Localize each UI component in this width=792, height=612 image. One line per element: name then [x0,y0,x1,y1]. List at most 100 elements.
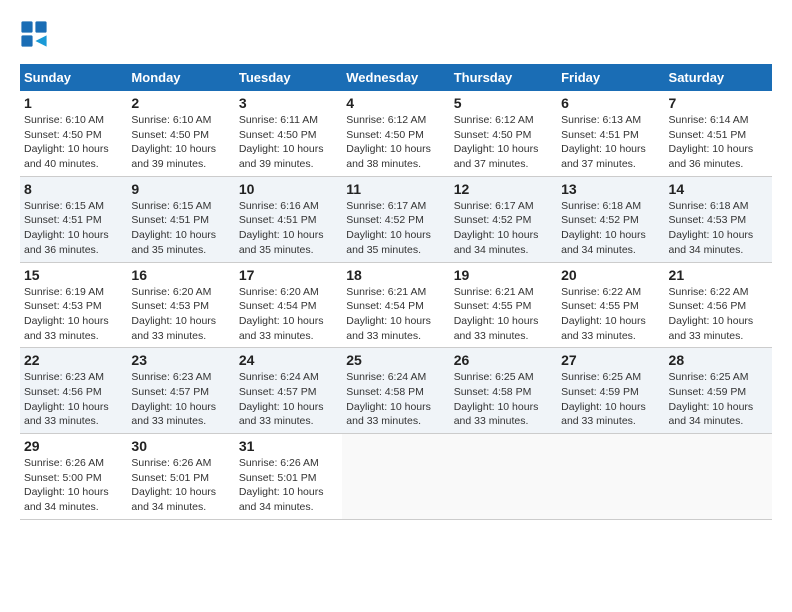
page-header [20,20,772,48]
day-number: 30 [131,438,230,454]
day-number: 15 [24,267,123,283]
day-number: 6 [561,95,660,111]
day-number: 9 [131,181,230,197]
day-number: 16 [131,267,230,283]
logo-icon [20,20,48,48]
calendar-cell: 31 Sunrise: 6:26 AMSunset: 5:01 PMDayligh… [235,434,342,520]
week-row-3: 15 Sunrise: 6:19 AMSunset: 4:53 PMDayligh… [20,262,772,348]
calendar-cell: 9 Sunrise: 6:15 AMSunset: 4:51 PMDaylight… [127,176,234,262]
day-number: 4 [346,95,445,111]
day-number: 11 [346,181,445,197]
day-info: Sunrise: 6:13 AMSunset: 4:51 PMDaylight:… [561,113,660,172]
calendar-cell: 3 Sunrise: 6:11 AMSunset: 4:50 PMDaylight… [235,91,342,176]
day-info: Sunrise: 6:10 AMSunset: 4:50 PMDaylight:… [131,113,230,172]
weekday-header-row: SundayMondayTuesdayWednesdayThursdayFrid… [20,64,772,91]
day-number: 28 [669,352,768,368]
calendar-cell: 7Sunrise: 6:14 AMSunset: 4:51 PMDaylight… [665,91,772,176]
day-info: Sunrise: 6:25 AMSunset: 4:59 PMDaylight:… [561,370,660,429]
week-row-1: 1 Sunrise: 6:10 AMSunset: 4:50 PMDaylight… [20,91,772,176]
day-number: 10 [239,181,338,197]
day-info: Sunrise: 6:20 AMSunset: 4:53 PMDaylight:… [131,285,230,344]
calendar-cell: 5 Sunrise: 6:12 AMSunset: 4:50 PMDaylight… [450,91,557,176]
day-number: 31 [239,438,338,454]
weekday-header-monday: Monday [127,64,234,91]
calendar-cell: 10 Sunrise: 6:16 AMSunset: 4:51 PMDayligh… [235,176,342,262]
day-info: Sunrise: 6:24 AMSunset: 4:58 PMDaylight:… [346,370,445,429]
day-number: 5 [454,95,553,111]
calendar-cell: 16 Sunrise: 6:20 AMSunset: 4:53 PMDayligh… [127,262,234,348]
day-info: Sunrise: 6:19 AMSunset: 4:53 PMDaylight:… [24,285,123,344]
week-row-4: 22Sunrise: 6:23 AMSunset: 4:56 PMDayligh… [20,348,772,434]
day-info: Sunrise: 6:21 AMSunset: 4:54 PMDaylight:… [346,285,445,344]
day-info: Sunrise: 6:15 AMSunset: 4:51 PMDaylight:… [131,199,230,258]
day-info: Sunrise: 6:24 AMSunset: 4:57 PMDaylight:… [239,370,338,429]
day-info: Sunrise: 6:18 AMSunset: 4:53 PMDaylight:… [669,199,768,258]
weekday-header-wednesday: Wednesday [342,64,449,91]
day-info: Sunrise: 6:23 AMSunset: 4:57 PMDaylight:… [131,370,230,429]
logo [20,20,52,48]
calendar-cell: 19 Sunrise: 6:21 AMSunset: 4:55 PMDayligh… [450,262,557,348]
day-info: Sunrise: 6:20 AMSunset: 4:54 PMDaylight:… [239,285,338,344]
day-number: 1 [24,95,123,111]
day-number: 13 [561,181,660,197]
calendar-cell: 23 Sunrise: 6:23 AMSunset: 4:57 PMDayligh… [127,348,234,434]
day-info: Sunrise: 6:17 AMSunset: 4:52 PMDaylight:… [346,199,445,258]
calendar-cell: 8Sunrise: 6:15 AMSunset: 4:51 PMDaylight… [20,176,127,262]
day-number: 26 [454,352,553,368]
calendar-cell: 20 Sunrise: 6:22 AMSunset: 4:55 PMDayligh… [557,262,664,348]
weekday-header-sunday: Sunday [20,64,127,91]
calendar-cell: 18 Sunrise: 6:21 AMSunset: 4:54 PMDayligh… [342,262,449,348]
weekday-header-friday: Friday [557,64,664,91]
day-info: Sunrise: 6:16 AMSunset: 4:51 PMDaylight:… [239,199,338,258]
day-number: 19 [454,267,553,283]
day-info: Sunrise: 6:26 AMSunset: 5:01 PMDaylight:… [239,456,338,515]
day-info: Sunrise: 6:22 AMSunset: 4:56 PMDaylight:… [669,285,768,344]
calendar-cell: 15 Sunrise: 6:19 AMSunset: 4:53 PMDayligh… [20,262,127,348]
day-number: 25 [346,352,445,368]
calendar-table: SundayMondayTuesdayWednesdayThursdayFrid… [20,64,772,520]
weekday-header-tuesday: Tuesday [235,64,342,91]
day-number: 3 [239,95,338,111]
calendar-cell: 4 Sunrise: 6:12 AMSunset: 4:50 PMDaylight… [342,91,449,176]
day-number: 2 [131,95,230,111]
calendar-cell: 17Sunrise: 6:20 AMSunset: 4:54 PMDayligh… [235,262,342,348]
day-info: Sunrise: 6:17 AMSunset: 4:52 PMDaylight:… [454,199,553,258]
day-number: 12 [454,181,553,197]
calendar-cell: 2 Sunrise: 6:10 AMSunset: 4:50 PMDaylight… [127,91,234,176]
calendar-cell: 25 Sunrise: 6:24 AMSunset: 4:58 PMDayligh… [342,348,449,434]
calendar-cell: 13 Sunrise: 6:18 AMSunset: 4:52 PMDayligh… [557,176,664,262]
day-info: Sunrise: 6:25 AMSunset: 4:58 PMDaylight:… [454,370,553,429]
calendar-cell: 24 Sunrise: 6:24 AMSunset: 4:57 PMDayligh… [235,348,342,434]
week-row-5: 29Sunrise: 6:26 AMSunset: 5:00 PMDayligh… [20,434,772,520]
calendar-cell: 30 Sunrise: 6:26 AMSunset: 5:01 PMDayligh… [127,434,234,520]
day-info: Sunrise: 6:22 AMSunset: 4:55 PMDaylight:… [561,285,660,344]
calendar-cell: 21 Sunrise: 6:22 AMSunset: 4:56 PMDayligh… [665,262,772,348]
day-number: 21 [669,267,768,283]
day-number: 27 [561,352,660,368]
day-number: 29 [24,438,123,454]
day-info: Sunrise: 6:11 AMSunset: 4:50 PMDaylight:… [239,113,338,172]
day-info: Sunrise: 6:12 AMSunset: 4:50 PMDaylight:… [346,113,445,172]
day-info: Sunrise: 6:21 AMSunset: 4:55 PMDaylight:… [454,285,553,344]
calendar-cell: 22Sunrise: 6:23 AMSunset: 4:56 PMDayligh… [20,348,127,434]
day-number: 20 [561,267,660,283]
week-row-2: 8 Sunrise: 6:15 AMSunset: 4:51 PMDaylight… [20,176,772,262]
day-number: 8 [24,181,123,197]
day-number: 24 [239,352,338,368]
day-number: 7 [669,95,768,111]
calendar-cell [557,434,664,520]
day-number: 18 [346,267,445,283]
day-info: Sunrise: 6:12 AMSunset: 4:50 PMDaylight:… [454,113,553,172]
day-info: Sunrise: 6:18 AMSunset: 4:52 PMDaylight:… [561,199,660,258]
weekday-header-saturday: Saturday [665,64,772,91]
calendar-cell [450,434,557,520]
day-info: Sunrise: 6:10 AMSunset: 4:50 PMDaylight:… [24,113,123,172]
calendar-cell [665,434,772,520]
calendar-cell: 6 Sunrise: 6:13 AMSunset: 4:51 PMDaylight… [557,91,664,176]
day-info: Sunrise: 6:26 AMSunset: 5:01 PMDaylight:… [131,456,230,515]
day-info: Sunrise: 6:25 AMSunset: 4:59 PMDaylight:… [669,370,768,429]
day-number: 23 [131,352,230,368]
calendar-cell: 1 Sunrise: 6:10 AMSunset: 4:50 PMDaylight… [20,91,127,176]
calendar-cell: 26 Sunrise: 6:25 AMSunset: 4:58 PMDayligh… [450,348,557,434]
day-number: 22 [24,352,123,368]
